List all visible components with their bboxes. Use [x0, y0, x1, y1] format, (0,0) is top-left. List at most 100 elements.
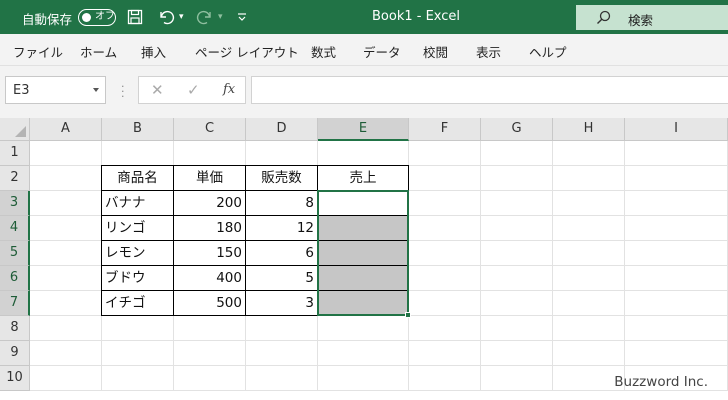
- cell-h7[interactable]: [553, 291, 625, 316]
- cell-b6[interactable]: ブドウ: [102, 266, 174, 291]
- cell-b3[interactable]: バナナ: [102, 191, 174, 216]
- cell-d7[interactable]: 3: [246, 291, 318, 316]
- cell-c3[interactable]: 200: [174, 191, 246, 216]
- cell-a6[interactable]: [30, 266, 102, 291]
- cell-e1[interactable]: [318, 141, 409, 166]
- cell-f9[interactable]: [409, 341, 481, 366]
- column-header-b[interactable]: B: [102, 118, 174, 141]
- cell-a5[interactable]: [30, 241, 102, 266]
- column-header-e[interactable]: E: [318, 118, 409, 141]
- tab-page-layout[interactable]: ページ レイアウト: [195, 42, 299, 61]
- undo-icon[interactable]: [157, 8, 175, 26]
- tab-home[interactable]: ホーム: [80, 42, 117, 61]
- cell-f4[interactable]: [409, 216, 481, 241]
- cell-g6[interactable]: [481, 266, 553, 291]
- cell-e10[interactable]: [318, 366, 409, 391]
- cell-d4[interactable]: 12: [246, 216, 318, 241]
- cell-i5[interactable]: [625, 241, 728, 266]
- tab-insert[interactable]: 挿入: [141, 42, 166, 61]
- cell-f2[interactable]: [409, 166, 481, 191]
- cell-b10[interactable]: [102, 366, 174, 391]
- cell-h2[interactable]: [553, 166, 625, 191]
- cancel-icon[interactable]: ✕: [151, 81, 164, 99]
- cell-i6[interactable]: [625, 266, 728, 291]
- cell-d1[interactable]: [246, 141, 318, 166]
- cell-h4[interactable]: [553, 216, 625, 241]
- cell-d10[interactable]: [246, 366, 318, 391]
- redo-dropdown-icon[interactable]: ▾: [218, 8, 223, 26]
- cell-e5[interactable]: [318, 241, 409, 266]
- tab-review[interactable]: 校閲: [423, 42, 448, 61]
- formula-bar[interactable]: [251, 76, 728, 104]
- enter-icon[interactable]: ✓: [187, 81, 200, 99]
- cell-c10[interactable]: [174, 366, 246, 391]
- insert-function-icon[interactable]: fx: [223, 82, 235, 97]
- name-box[interactable]: E3: [5, 76, 106, 104]
- column-header-i[interactable]: I: [625, 118, 728, 141]
- cell-f3[interactable]: [409, 191, 481, 216]
- select-all-corner[interactable]: [0, 118, 30, 141]
- cell-b2[interactable]: 商品名: [102, 166, 174, 191]
- cell-a10[interactable]: [30, 366, 102, 391]
- cell-f1[interactable]: [409, 141, 481, 166]
- cell-e2[interactable]: 売上: [318, 166, 409, 191]
- cell-h6[interactable]: [553, 266, 625, 291]
- cell-f7[interactable]: [409, 291, 481, 316]
- cell-e8[interactable]: [318, 316, 409, 341]
- column-header-d[interactable]: D: [246, 118, 318, 141]
- cell-i7[interactable]: [625, 291, 728, 316]
- cell-e4[interactable]: [318, 216, 409, 241]
- cell-d9[interactable]: [246, 341, 318, 366]
- undo-dropdown-icon[interactable]: ▾: [179, 8, 184, 26]
- cell-c7[interactable]: 500: [174, 291, 246, 316]
- tab-formulas[interactable]: 数式: [311, 42, 336, 61]
- column-header-c[interactable]: C: [174, 118, 246, 141]
- cell-a9[interactable]: [30, 341, 102, 366]
- tab-view[interactable]: 表示: [476, 42, 501, 61]
- row-header-7[interactable]: 7: [0, 291, 30, 316]
- cell-b9[interactable]: [102, 341, 174, 366]
- fill-handle[interactable]: [405, 312, 411, 318]
- cell-i4[interactable]: [625, 216, 728, 241]
- cell-f5[interactable]: [409, 241, 481, 266]
- save-icon[interactable]: [127, 8, 143, 26]
- row-header-3[interactable]: 3: [0, 191, 30, 216]
- cell-g3[interactable]: [481, 191, 553, 216]
- row-header-9[interactable]: 9: [0, 341, 30, 366]
- cell-h1[interactable]: [553, 141, 625, 166]
- cell-a1[interactable]: [30, 141, 102, 166]
- cell-e6[interactable]: [318, 266, 409, 291]
- cell-c2[interactable]: 単価: [174, 166, 246, 191]
- cell-c8[interactable]: [174, 316, 246, 341]
- cell-g5[interactable]: [481, 241, 553, 266]
- cell-c6[interactable]: 400: [174, 266, 246, 291]
- cell-h9[interactable]: [553, 341, 625, 366]
- cell-a2[interactable]: [30, 166, 102, 191]
- cell-a8[interactable]: [30, 316, 102, 341]
- column-header-a[interactable]: A: [30, 118, 102, 141]
- row-header-2[interactable]: 2: [0, 166, 30, 191]
- cell-f8[interactable]: [409, 316, 481, 341]
- cell-g4[interactable]: [481, 216, 553, 241]
- cell-g2[interactable]: [481, 166, 553, 191]
- cell-a4[interactable]: [30, 216, 102, 241]
- cell-f6[interactable]: [409, 266, 481, 291]
- cell-d5[interactable]: 6: [246, 241, 318, 266]
- cell-i9[interactable]: [625, 341, 728, 366]
- row-header-8[interactable]: 8: [0, 316, 30, 341]
- cell-d3[interactable]: 8: [246, 191, 318, 216]
- cell-i8[interactable]: [625, 316, 728, 341]
- cell-i3[interactable]: [625, 191, 728, 216]
- cell-c5[interactable]: 150: [174, 241, 246, 266]
- cell-a7[interactable]: [30, 291, 102, 316]
- row-header-4[interactable]: 4: [0, 216, 30, 241]
- cell-b7[interactable]: イチゴ: [102, 291, 174, 316]
- row-header-5[interactable]: 5: [0, 241, 30, 266]
- cell-h3[interactable]: [553, 191, 625, 216]
- cell-g1[interactable]: [481, 141, 553, 166]
- redo-icon[interactable]: [196, 8, 214, 26]
- cell-g10[interactable]: [481, 366, 553, 391]
- cell-g7[interactable]: [481, 291, 553, 316]
- cell-b5[interactable]: レモン: [102, 241, 174, 266]
- drag-handle-icon[interactable]: · · ·: [121, 81, 125, 102]
